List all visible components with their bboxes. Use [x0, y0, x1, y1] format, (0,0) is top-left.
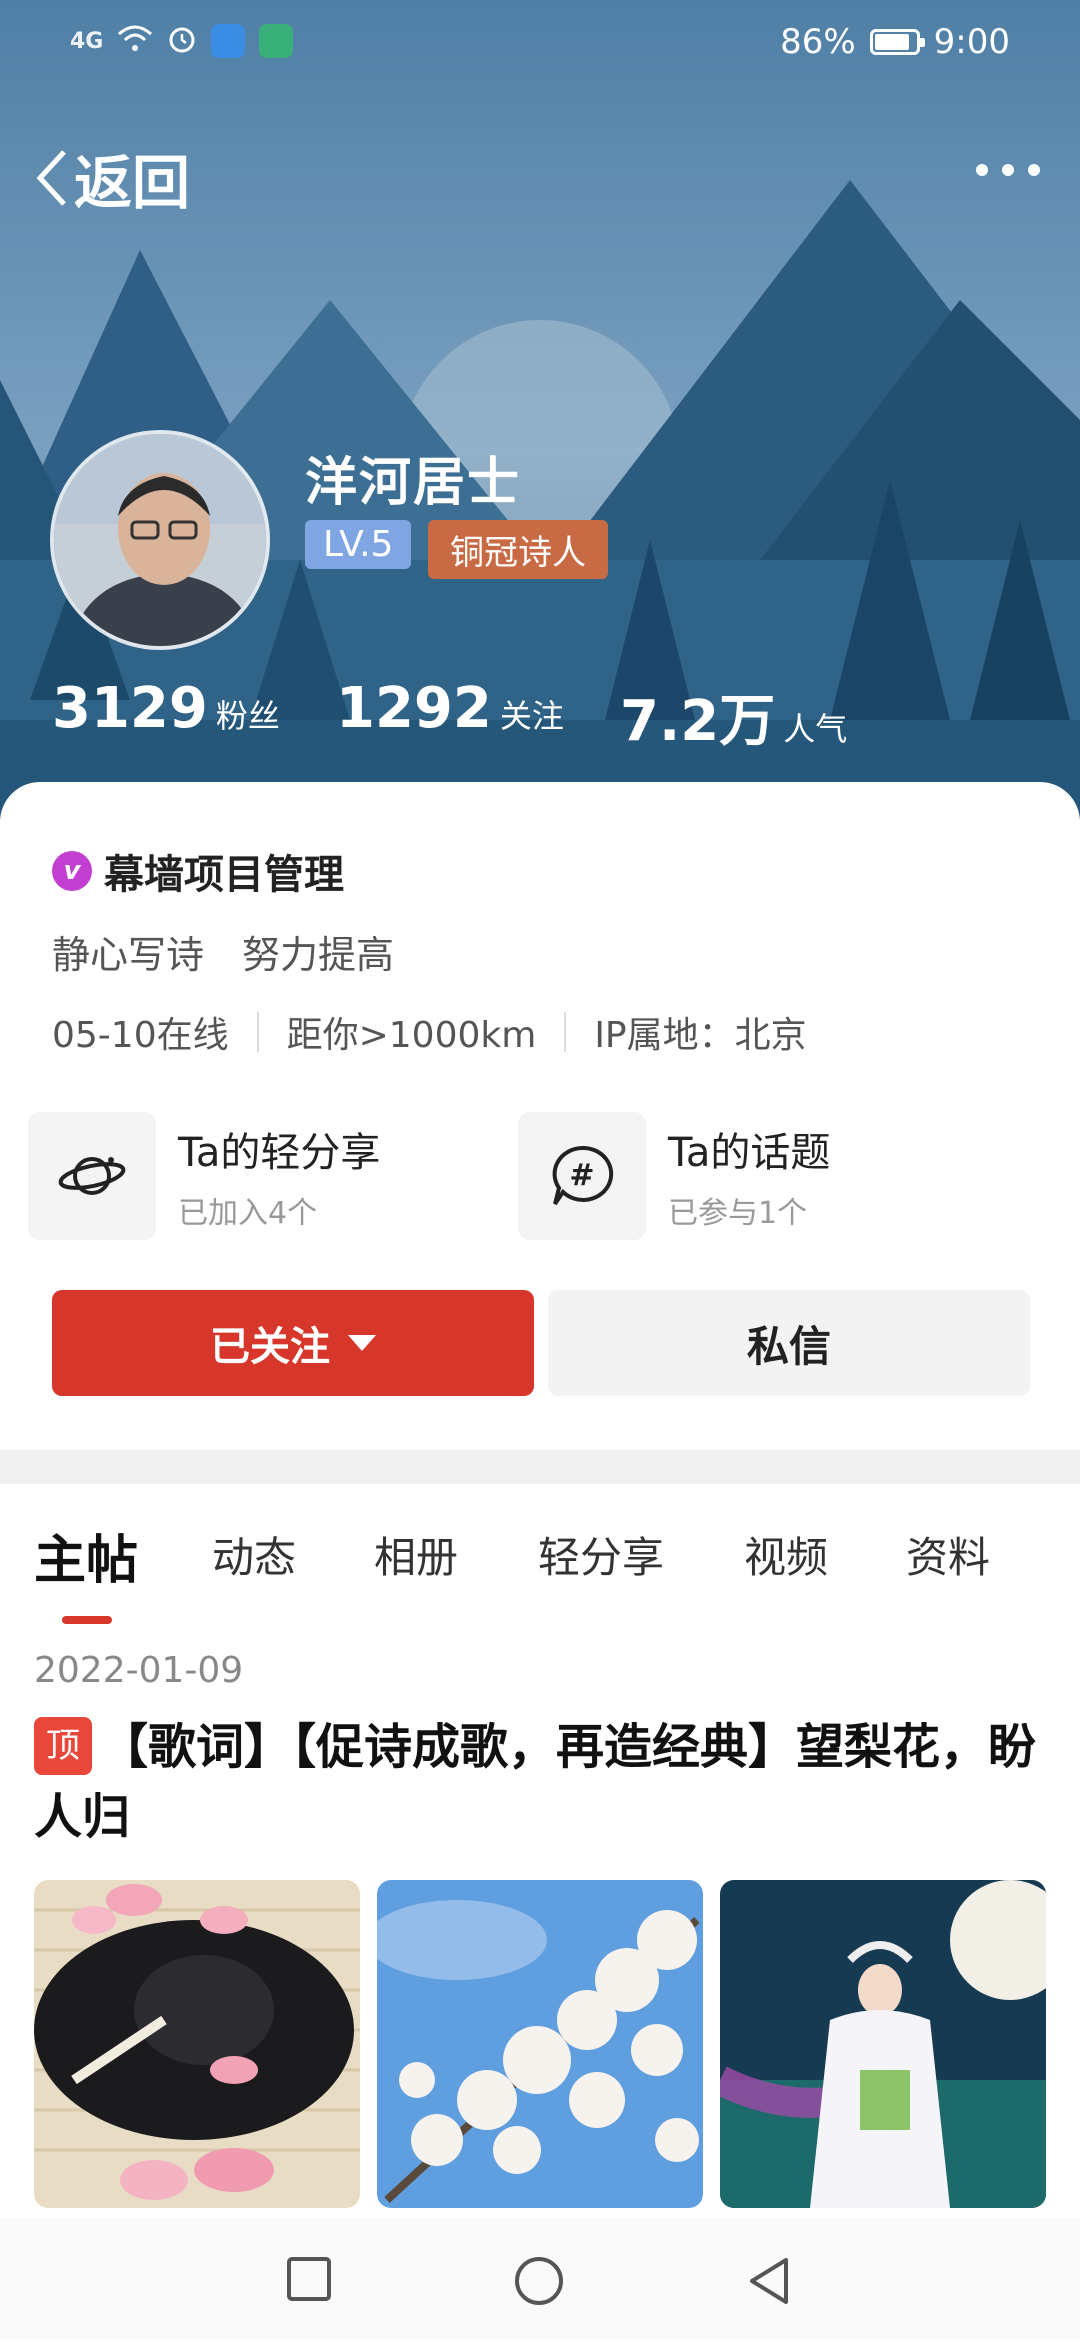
stat-label: 粉丝	[215, 697, 280, 735]
battery-percent: 86%	[780, 22, 856, 62]
tab-activity[interactable]: 动态	[212, 1524, 296, 1585]
stat-label: 人气	[783, 710, 848, 748]
app-notification-icon	[211, 24, 246, 58]
hashtag-chat-icon: #	[518, 1112, 646, 1240]
content-tabs: 主帖 动态 相册 轻分享 视频 资料	[0, 1524, 1080, 1614]
back-button[interactable]: 返回	[34, 136, 190, 220]
tab-video[interactable]: 视频	[744, 1524, 828, 1585]
wifi-icon	[117, 24, 153, 58]
message-button[interactable]: 私信	[548, 1290, 1030, 1396]
light-share-entry[interactable]: Ta的轻分享 已加入4个	[28, 1112, 380, 1240]
profile-meta: 05-10在线 距你>1000km IP属地：北京	[52, 1006, 807, 1058]
section-divider	[0, 1450, 1080, 1484]
post-image-grid	[34, 1880, 1046, 2208]
stat-value: 7.2万	[620, 689, 776, 754]
online-status: 05-10在线	[52, 1015, 229, 1056]
more-icon[interactable]	[976, 150, 1040, 190]
ip-location: IP属地：北京	[594, 1015, 807, 1056]
post-image[interactable]	[34, 1880, 360, 2208]
svg-text:#: #	[569, 1158, 594, 1193]
battery-icon	[869, 29, 925, 55]
message-label: 私信	[746, 1321, 831, 1371]
post-date: 2022-01-09	[34, 1650, 244, 1691]
post-image[interactable]	[720, 1880, 1046, 2208]
status-bar: 4G 86% 9:00	[0, 0, 1080, 96]
title-badge[interactable]: 铜冠诗人	[428, 520, 608, 579]
verified-label: 幕墙项目管理	[104, 852, 344, 898]
post-title[interactable]: 顶【歌词】【促诗成歌，再造经典】望梨花，盼人归	[34, 1712, 1044, 1852]
follow-label: 已关注	[210, 1324, 330, 1370]
tab-album[interactable]: 相册	[374, 1524, 458, 1585]
stat-label: 关注	[499, 697, 564, 735]
chevron-left-icon	[36, 150, 66, 206]
avatar[interactable]	[50, 430, 270, 650]
feature-title: Ta的话题	[668, 1130, 831, 1176]
app-notification-icon	[259, 24, 294, 58]
follow-button[interactable]: 已关注	[52, 1290, 534, 1396]
alarm-icon	[167, 24, 197, 58]
planet-icon	[28, 1112, 156, 1240]
feature-subtitle: 已加入4个	[178, 1196, 318, 1231]
tab-profile-info[interactable]: 资料	[906, 1524, 990, 1585]
recent-apps-icon[interactable]	[286, 2256, 332, 2306]
level-badge[interactable]: LV.5	[305, 520, 412, 569]
pinned-tag: 顶	[34, 1717, 92, 1775]
cellular-signal-icon: 4G	[70, 28, 104, 54]
system-navigation-bar	[0, 2218, 1080, 2340]
feature-title: Ta的轻分享	[178, 1130, 381, 1176]
home-icon[interactable]	[514, 2256, 564, 2310]
popularity-stat[interactable]: 7.2万 人气	[620, 676, 847, 757]
divider	[564, 1012, 567, 1052]
divider	[256, 1012, 259, 1052]
bio-text: 静心写诗 努力提高	[52, 933, 395, 977]
tab-main-posts[interactable]: 主帖	[34, 1518, 138, 1593]
post-image[interactable]	[377, 1880, 703, 2208]
back-nav-icon[interactable]	[746, 2256, 792, 2310]
back-label: 返回	[74, 149, 191, 217]
active-tab-indicator	[62, 1616, 112, 1624]
verified-info: v 幕墙项目管理	[52, 842, 344, 900]
distance-text: 距你>1000km	[286, 1015, 537, 1056]
tab-light-share[interactable]: 轻分享	[538, 1524, 664, 1585]
topics-entry[interactable]: # Ta的话题 已参与1个	[518, 1112, 830, 1240]
post-title-text: 【歌词】【促诗成歌，再造经典】望梨花，盼人归	[34, 1719, 1037, 1845]
user-name: 洋河居士	[305, 453, 522, 513]
following-stat[interactable]: 1292 关注	[336, 676, 564, 741]
feature-subtitle: 已参与1个	[668, 1196, 808, 1231]
caret-down-icon	[348, 1335, 376, 1351]
stat-value: 1292	[336, 676, 492, 741]
followers-stat[interactable]: 3129 粉丝	[52, 676, 280, 741]
profile-card: v 幕墙项目管理 静心写诗 努力提高 05-10在线 距你>1000km IP属…	[0, 782, 1080, 2342]
verified-icon: v	[52, 851, 92, 891]
stat-value: 3129	[52, 676, 208, 741]
clock: 9:00	[933, 22, 1010, 62]
